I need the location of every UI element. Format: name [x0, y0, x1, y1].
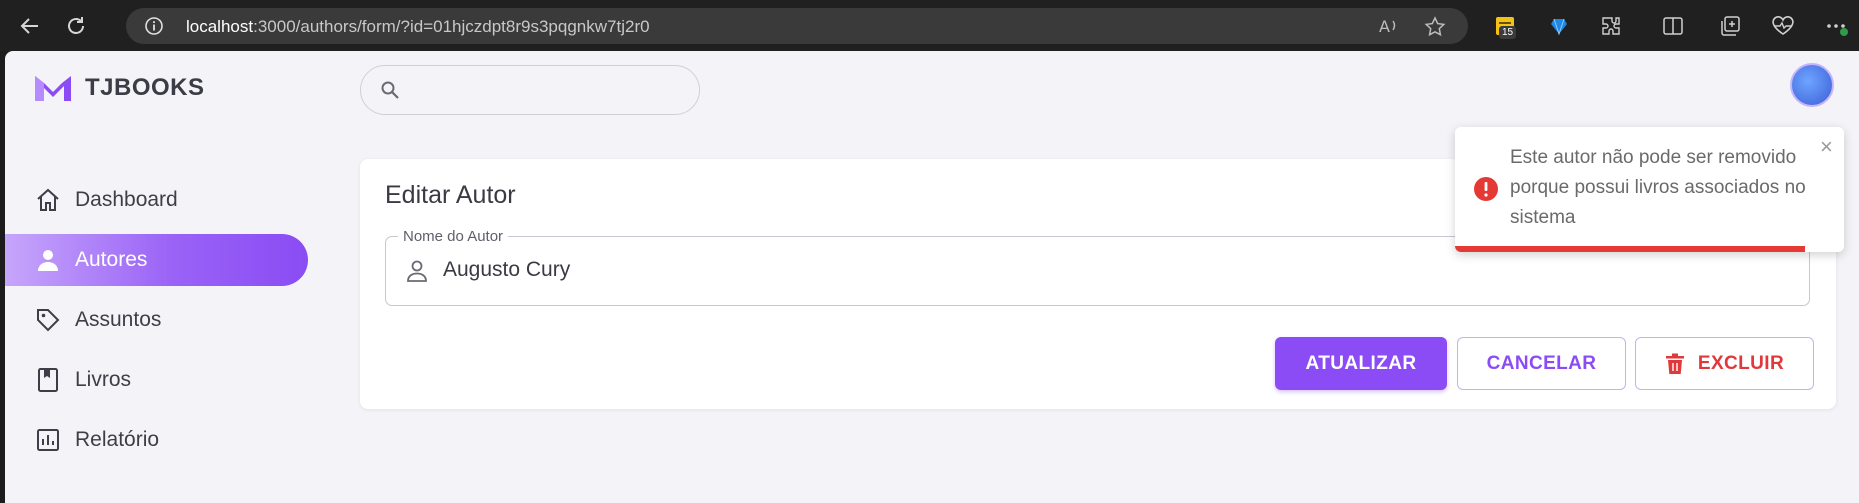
search-input[interactable] — [360, 65, 700, 115]
trash-icon — [1665, 353, 1685, 375]
chart-icon — [35, 427, 61, 453]
refresh-icon[interactable] — [60, 10, 92, 42]
sidebar-item-relatorio[interactable]: Relatório — [5, 414, 308, 466]
sidebar-item-assuntos[interactable]: Assuntos — [5, 294, 308, 346]
favorite-star-icon[interactable] — [1424, 16, 1446, 43]
toast-message: Este autor não pode ser removido porque … — [1510, 147, 1806, 228]
brand-name: TJBOOKS — [85, 74, 205, 101]
search-icon — [380, 80, 400, 105]
person-icon — [35, 247, 61, 273]
book-icon — [35, 367, 61, 393]
sidebar-item-livros[interactable]: Livros — [5, 354, 308, 406]
person-outline-icon — [406, 259, 428, 288]
sidebar-item-label: Livros — [75, 368, 132, 391]
extension-badge: 15 — [1499, 26, 1517, 39]
error-toast: Este autor não pode ser removido porque … — [1455, 127, 1844, 252]
cancel-button[interactable]: CANCELAR — [1457, 337, 1626, 390]
more-menu-icon[interactable] — [1822, 12, 1850, 40]
avatar[interactable] — [1790, 63, 1834, 107]
url-text: localhost:3000/authors/form/?id=01hjczdp… — [186, 17, 650, 36]
error-icon — [1473, 176, 1499, 207]
collections-icon[interactable] — [1716, 12, 1744, 40]
browser-health-icon[interactable] — [1769, 12, 1797, 40]
page-title: Editar Autor — [385, 181, 516, 209]
sidebar-item-label: Assuntos — [75, 308, 162, 331]
extension-icon-calendar[interactable]: 15 — [1491, 12, 1519, 40]
extension-icon-gem[interactable] — [1545, 12, 1573, 40]
read-aloud-icon[interactable]: A — [1378, 16, 1400, 41]
browser-toolbar: localhost:3000/authors/form/?id=01hjczdp… — [0, 0, 1859, 51]
update-button-label: ATUALIZAR — [1305, 352, 1417, 374]
author-name-label: Nome do Autor — [398, 228, 509, 245]
address-bar[interactable]: localhost:3000/authors/form/?id=01hjczdp… — [126, 8, 1468, 44]
svg-text:A: A — [1379, 17, 1390, 36]
logo-m-icon — [35, 76, 71, 101]
delete-button[interactable]: EXCLUIR — [1635, 337, 1814, 390]
app-page: TJBOOKS Dashboard Autores Assuntos Livro… — [5, 51, 1859, 503]
extensions-puzzle-icon[interactable] — [1597, 12, 1625, 40]
back-arrow-icon[interactable] — [14, 10, 46, 42]
sidebar-item-label: Dashboard — [75, 188, 178, 211]
close-icon[interactable]: × — [1820, 136, 1833, 158]
author-name-value: Augusto Cury — [443, 258, 571, 281]
cancel-button-label: CANCELAR — [1486, 352, 1597, 374]
tag-icon — [35, 307, 61, 333]
sidebar-item-dashboard[interactable]: Dashboard — [5, 174, 308, 226]
split-screen-icon[interactable] — [1659, 12, 1687, 40]
sidebar-item-label: Relatório — [75, 428, 160, 451]
site-info-icon[interactable] — [144, 16, 164, 41]
brand-logo[interactable]: TJBOOKS — [33, 73, 205, 103]
sidebar-item-label: Autores — [75, 248, 148, 271]
home-icon — [35, 187, 61, 213]
sidebar-item-autores[interactable]: Autores — [5, 234, 308, 286]
delete-button-label: EXCLUIR — [1697, 352, 1785, 374]
toast-progress-bar — [1455, 246, 1806, 252]
update-button[interactable]: ATUALIZAR — [1275, 337, 1447, 390]
